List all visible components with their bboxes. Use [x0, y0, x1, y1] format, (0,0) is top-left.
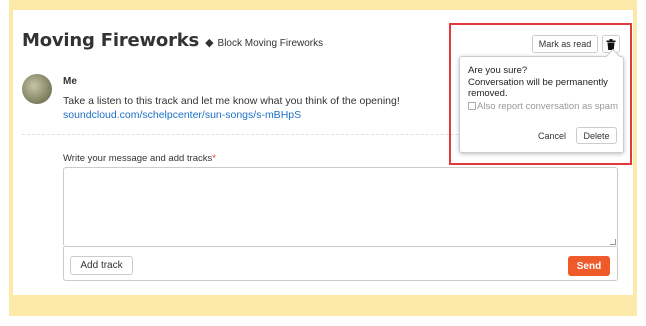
report-spam-checkbox[interactable] — [468, 102, 476, 110]
conversation-header: Moving Fireworks ◆ Block Moving Firework… — [22, 30, 323, 51]
mark-as-read-button[interactable]: Mark as read — [532, 35, 598, 53]
block-user-link[interactable]: Block Moving Fireworks — [218, 38, 324, 49]
message-text: Take a listen to this track and let me k… — [63, 95, 400, 107]
message-track-link[interactable]: soundcloud.com/schelpcenter/sun-songs/s-… — [63, 109, 301, 121]
compose-label: Write your message and add tracks* — [63, 153, 216, 164]
resize-handle-icon[interactable] — [610, 239, 616, 245]
delete-button[interactable]: Delete — [576, 127, 617, 144]
compose-label-text: Write your message and add tracks — [63, 153, 213, 164]
send-button[interactable]: Send — [568, 256, 610, 276]
confirm-question: Are you sure? — [468, 65, 528, 76]
required-mark: * — [212, 153, 216, 164]
compose-footer — [63, 247, 618, 281]
add-track-button[interactable]: Add track — [70, 256, 133, 275]
trash-icon — [606, 38, 616, 50]
message-sender: Me — [63, 76, 77, 87]
message-textarea[interactable] — [63, 167, 618, 247]
delete-confirm-popover: Are you sure? Conversation will be perma… — [459, 48, 624, 153]
conversation-title: Moving Fireworks — [22, 30, 200, 51]
avatar — [22, 74, 52, 104]
block-icon[interactable]: ◆ — [205, 36, 213, 49]
report-spam-label: Also report conversation as spam — [477, 101, 618, 112]
confirm-message: Conversation will be permanently removed… — [468, 77, 608, 99]
conversation-panel: Moving Fireworks ◆ Block Moving Firework… — [13, 10, 633, 295]
report-spam-option[interactable]: Also report conversation as spam — [468, 101, 618, 112]
cancel-button[interactable]: Cancel — [532, 127, 572, 144]
